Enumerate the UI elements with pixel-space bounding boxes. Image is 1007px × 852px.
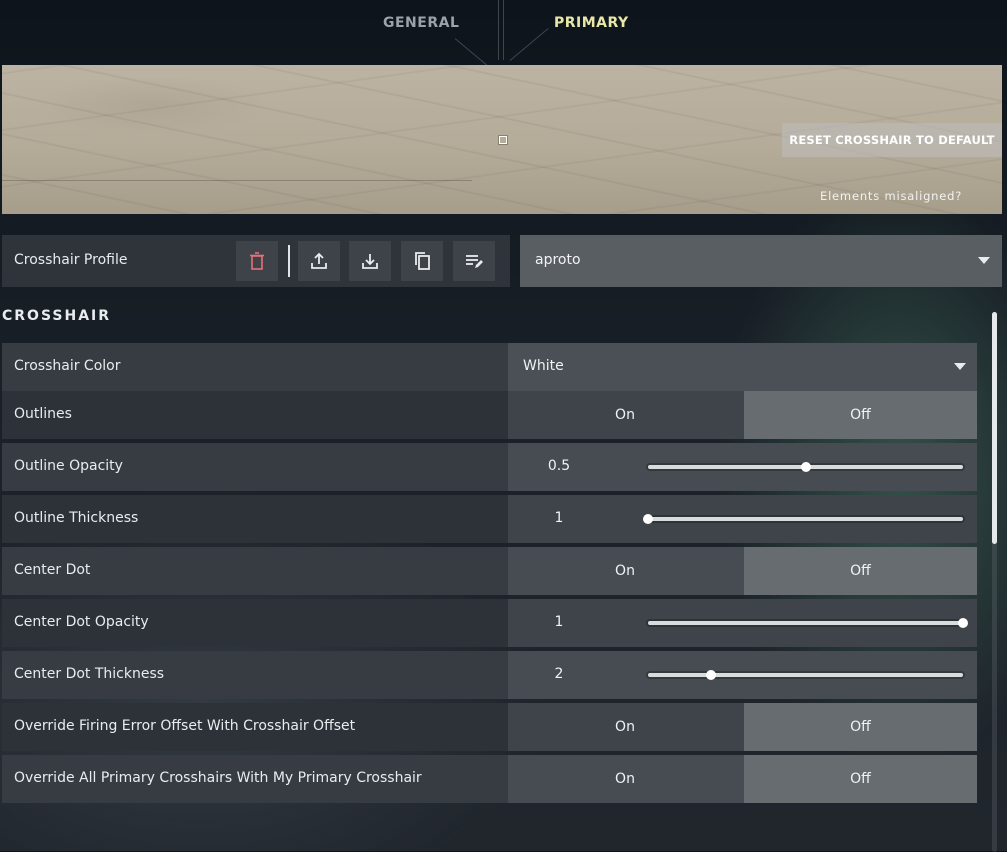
rename-profile-button[interactable] [453,241,495,281]
center-dot-toggle: On Off [508,547,977,595]
tab-divider-line [498,0,499,60]
outline-thickness-value[interactable]: 1 [508,510,610,526]
row-label-cell: Override Firing Error Offset With Crossh… [2,703,508,751]
outline-opacity-value[interactable]: 0.5 [508,458,610,474]
outlines-on-option[interactable]: On [508,391,742,439]
setting-row-outline-opacity: Outline Opacity 0.5 [2,443,977,491]
slider-thumb[interactable] [643,514,653,524]
setting-label: Outline Opacity [14,458,123,474]
row-label-cell: Crosshair Color [2,343,508,391]
crosshair-profile-bar: Crosshair Profile [2,235,510,287]
slider-thumb[interactable] [706,670,716,680]
delete-profile-button[interactable] [236,241,278,281]
setting-row-outlines: Outlines On Off [2,391,977,439]
copy-profile-button[interactable] [401,241,443,281]
setting-row-override-all-primary: Override All Primary Crosshairs With My … [2,755,977,803]
setting-row-center-dot: Center Dot On Off [2,547,977,595]
upload-icon [311,252,327,269]
outline-thickness-slider[interactable] [643,514,963,524]
crosshair-profile-value: aproto [535,252,581,268]
outlines-toggle: On Off [508,391,977,439]
outline-opacity-slider[interactable] [648,462,963,472]
outline-opacity-control: 0.5 [508,443,977,491]
row-label-cell: Outline Thickness [2,495,508,543]
crosshair-profile-select[interactable]: aproto [520,235,1002,287]
setting-label: Center Dot Opacity [14,614,149,630]
center-dot-opacity-control: 1 [508,599,977,647]
elements-misaligned-link[interactable]: Elements misaligned? [820,189,962,203]
center-dot-on-option[interactable]: On [508,547,742,595]
center-dot-thickness-slider[interactable] [648,670,963,680]
tab-bar: GENERAL PRIMARY [0,0,1007,72]
tab-divider-line [503,0,504,60]
setting-label: Crosshair Color [14,358,121,374]
setting-row-outline-thickness: Outline Thickness 1 [2,495,977,543]
center-dot-opacity-slider[interactable] [648,618,968,628]
override-firing-error-toggle: On Off [508,703,977,751]
profile-toolbar-divider [288,245,290,277]
setting-label: Override All Primary Crosshairs With My … [14,770,422,786]
setting-row-center-dot-opacity: Center Dot Opacity 1 [2,599,977,647]
override-all-primary-off-option[interactable]: Off [744,755,977,803]
override-firing-error-on-option[interactable]: On [508,703,742,751]
row-label-cell: Center Dot [2,547,508,595]
slider-thumb[interactable] [958,618,968,628]
center-dot-off-option[interactable]: Off [744,547,977,595]
center-dot-opacity-value[interactable]: 1 [508,614,610,630]
override-firing-error-off-option[interactable]: Off [744,703,977,751]
trash-icon [250,252,264,270]
edit-list-icon [466,255,483,268]
preview-wall-seam [2,180,472,181]
tab-divider-line [509,27,549,61]
row-label-cell: Center Dot Opacity [2,599,508,647]
tab-general[interactable]: GENERAL [383,15,459,31]
crosshair-preview: RESET CROSSHAIR TO DEFAULT Elements misa… [2,65,1002,214]
crosshair-profile-label: Crosshair Profile [14,252,128,268]
scrollbar-thumb[interactable] [992,312,997,544]
section-title-crosshair: CROSSHAIR [2,308,112,324]
row-label-cell: Center Dot Thickness [2,651,508,699]
setting-label: Center Dot [14,562,91,578]
crosshair-color-select[interactable]: White [508,343,977,391]
setting-row-crosshair-color: Crosshair Color White [2,343,977,391]
crosshair-color-value: White [523,358,564,374]
slider-thumb[interactable] [800,462,811,472]
override-all-primary-on-option[interactable]: On [508,755,742,803]
center-dot-thickness-control: 2 [508,651,977,699]
center-dot-thickness-value[interactable]: 2 [508,666,610,682]
setting-row-center-dot-thickness: Center Dot Thickness 2 [2,651,977,699]
tab-primary[interactable]: PRIMARY [554,15,629,31]
setting-label: Override Firing Error Offset With Crossh… [14,718,356,734]
crosshair-preview-icon [499,136,507,144]
chevron-down-icon [954,363,966,370]
setting-label: Outlines [14,406,72,422]
row-label-cell: Outlines [2,391,508,439]
chevron-down-icon [978,257,990,264]
download-icon [362,254,378,269]
import-profile-button[interactable] [349,241,391,281]
row-label-cell: Override All Primary Crosshairs With My … [2,755,508,803]
row-label-cell: Outline Opacity [2,443,508,491]
reset-crosshair-button[interactable]: RESET CROSSHAIR TO DEFAULT [782,123,1002,157]
setting-label: Center Dot Thickness [14,666,165,682]
settings-scrollbar[interactable] [992,312,997,852]
outlines-off-option[interactable]: Off [744,391,977,439]
setting-label: Outline Thickness [14,510,139,526]
copy-icon [415,252,430,270]
setting-row-override-firing-error: Override Firing Error Offset With Crossh… [2,703,977,751]
outline-thickness-control: 1 [508,495,977,543]
export-profile-button[interactable] [298,241,340,281]
override-all-primary-toggle: On Off [508,755,977,803]
